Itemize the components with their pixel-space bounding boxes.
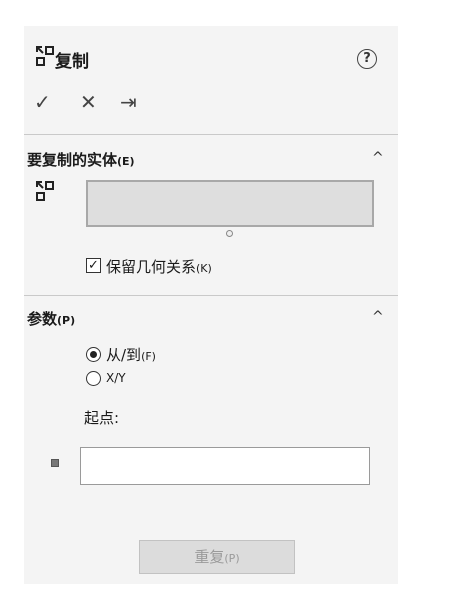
entities-section-header[interactable]: 要复制的实体(E) (27, 149, 135, 170)
section-divider (24, 134, 398, 135)
help-icon[interactable]: ? (357, 49, 377, 69)
params-section-accel: (P) (57, 314, 76, 327)
radio-from-to[interactable] (86, 347, 101, 362)
radio-xy-label: X/Y (106, 371, 126, 385)
keep-relations-accel: (K) (196, 262, 212, 275)
point-selection-icon (51, 459, 59, 467)
from-to-text: 从/到 (106, 346, 142, 364)
section-divider (24, 295, 398, 296)
copy-entities-icon (36, 46, 54, 66)
keep-relations-label: 保留几何关系(K) (106, 256, 212, 277)
from-to-accel: (F) (141, 350, 156, 363)
resize-grip-icon[interactable] (226, 230, 233, 237)
collapse-chevron-icon[interactable]: ^ (372, 309, 384, 325)
keep-relations-text: 保留几何关系 (106, 258, 197, 276)
cancel-x-icon[interactable]: ✕ (80, 90, 97, 114)
entities-selection-icon (36, 181, 54, 201)
params-section-header[interactable]: 参数(P) (27, 308, 75, 329)
radio-xy[interactable] (86, 371, 101, 386)
repeat-button-label: 重复 (194, 548, 225, 566)
repeat-button-accel: (P) (224, 552, 240, 565)
collapse-chevron-icon[interactable]: ^ (372, 150, 384, 166)
repeat-button[interactable]: 重复(P) (139, 540, 295, 574)
radio-from-to-label: 从/到(F) (106, 344, 156, 365)
panel-title: 复制 (55, 52, 89, 72)
entities-selection-box[interactable] (86, 180, 374, 227)
params-section-title: 参数 (27, 310, 58, 328)
start-point-label: 起点: (84, 409, 120, 427)
start-point-input[interactable] (80, 447, 370, 485)
entities-section-accel: (E) (117, 155, 135, 168)
keep-relations-checkbox[interactable]: ✓ (86, 258, 101, 273)
ok-check-icon[interactable]: ✓ (34, 90, 51, 114)
pin-icon[interactable]: ⇥ (120, 90, 137, 114)
entities-section-title: 要复制的实体 (27, 151, 118, 169)
